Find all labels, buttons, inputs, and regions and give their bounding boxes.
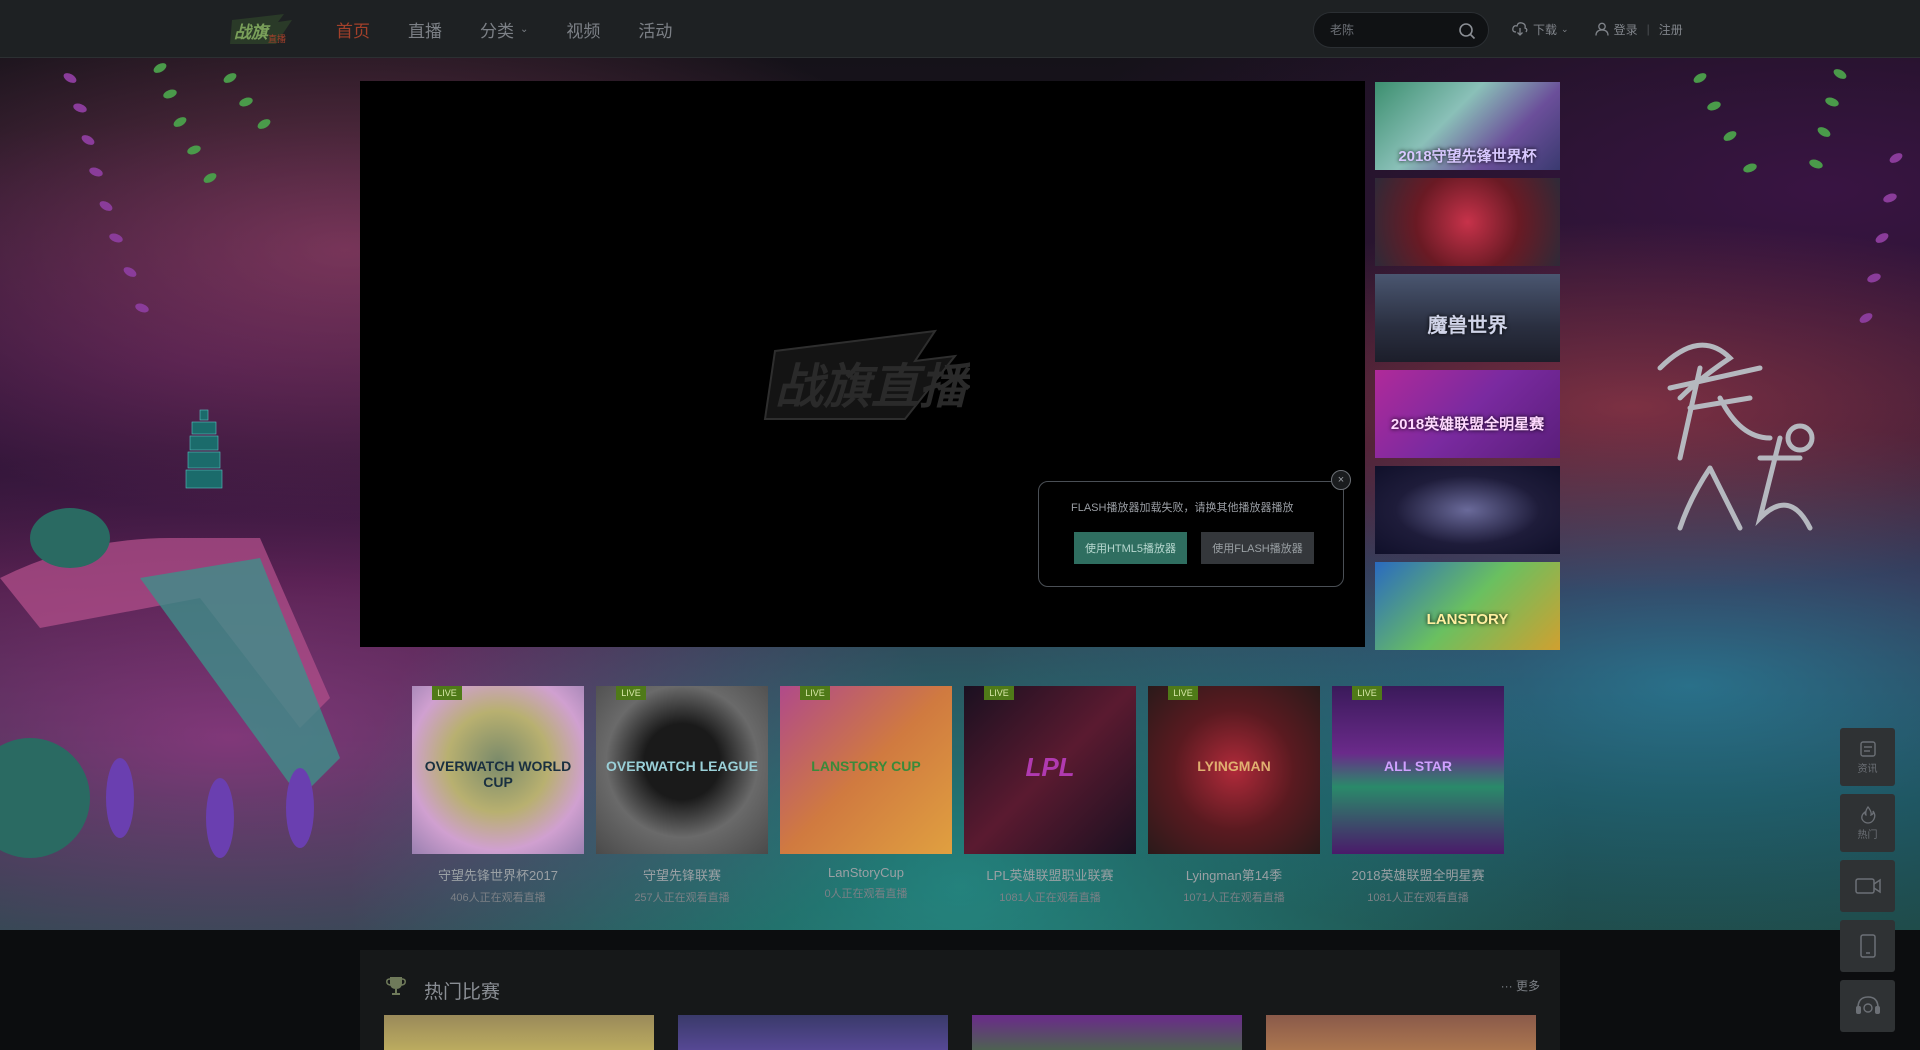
- live-badge: LIVE: [1352, 686, 1382, 700]
- live-card[interactable]: LIVE LPL LPL英雄联盟职业联赛 1081人正在观看直播: [964, 686, 1136, 905]
- side-thumb[interactable]: 2018守望先锋世界杯: [1375, 82, 1560, 170]
- register-link[interactable]: 注册: [1659, 21, 1683, 38]
- card-thumb-text: OVERWATCH WORLD CUP: [424, 758, 572, 790]
- news-icon: [1859, 740, 1876, 757]
- side-thumb[interactable]: 魔兽世界: [1375, 274, 1560, 362]
- svg-text:直播: 直播: [268, 33, 286, 45]
- chevron-down-icon: ⌄: [520, 23, 529, 35]
- fire-icon: [1860, 805, 1875, 824]
- section-title: 热门比赛: [424, 982, 501, 1003]
- float-hot[interactable]: 热门: [1840, 794, 1895, 852]
- live-badge: LIVE: [984, 686, 1014, 700]
- float-mobile[interactable]: [1840, 920, 1895, 972]
- card-title: Lyingman第14季: [1185, 868, 1283, 883]
- card-title: 守望先锋联赛: [642, 868, 721, 883]
- live-badge: LIVE: [800, 686, 830, 700]
- right-float-menu: 资讯 热门: [1840, 728, 1895, 1040]
- float-news[interactable]: 资讯: [1840, 728, 1895, 786]
- live-card[interactable]: LIVE ALL STAR 2018英雄联盟全明星赛 1081人正在观看直播: [1332, 686, 1504, 905]
- nav-live[interactable]: 直播: [408, 17, 442, 42]
- nav-video[interactable]: 视频: [566, 17, 600, 42]
- video-icon: [1854, 878, 1881, 894]
- card-viewers: 0人正在观看直播: [824, 888, 908, 900]
- svg-text:战旗: 战旗: [234, 23, 271, 43]
- search-icon[interactable]: [1458, 22, 1476, 40]
- trophy-icon: [386, 977, 406, 995]
- side-thumb[interactable]: LANSTORY: [1375, 562, 1560, 650]
- card-thumb-text: OVERWATCH LEAGUE: [606, 758, 758, 774]
- download-button[interactable]: 下载 ⌄: [1512, 21, 1569, 38]
- nav-activity[interactable]: 活动: [638, 17, 672, 42]
- user-area: 下载 ⌄ 登录 | 注册: [1512, 0, 1683, 58]
- pagoda-illustration: [185, 409, 223, 489]
- search-input[interactable]: [1330, 13, 1450, 47]
- html5-player-button[interactable]: 使用HTML5播放器: [1074, 532, 1187, 564]
- card-viewers: 1081人正在观看直播: [999, 892, 1101, 904]
- hot-thumb[interactable]: [1266, 1015, 1536, 1050]
- live-badge: LIVE: [432, 686, 462, 700]
- live-card[interactable]: LIVE OVERWATCH LEAGUE 守望先锋联赛 257人正在观看直播: [596, 686, 768, 905]
- live-card-row: LIVE OVERWATCH WORLD CUP 守望先锋世界杯2017 406…: [412, 686, 1516, 905]
- nav-home[interactable]: 首页: [336, 17, 370, 42]
- divider: |: [1646, 22, 1650, 36]
- live-card[interactable]: LIVE OVERWATCH WORLD CUP 守望先锋世界杯2017 406…: [412, 686, 584, 905]
- live-card[interactable]: LIVE LYINGMAN Lyingman第14季 1071人正在观看直播: [1148, 686, 1320, 905]
- live-card[interactable]: LIVE LANSTORY CUP LanStoryCup 0人正在观看直播: [780, 686, 952, 905]
- side-thumb[interactable]: [1375, 178, 1560, 266]
- card-title: LPL英雄联盟职业联赛: [986, 868, 1114, 883]
- video-player[interactable]: 战旗直播 × FLASH播放器加载失败，请换其他播放器播放 使用HTML5播放器…: [360, 81, 1365, 647]
- card-viewers: 1081人正在观看直播: [1367, 892, 1469, 904]
- hero-banner: 战旗直播 × FLASH播放器加载失败，请换其他播放器播放 使用HTML5播放器…: [0, 58, 1920, 930]
- side-thumb[interactable]: [1375, 466, 1560, 554]
- svg-text:战旗直播: 战旗直播: [775, 359, 970, 415]
- nav-category[interactable]: 分类 ⌄: [480, 17, 528, 42]
- live-badge: LIVE: [616, 686, 646, 700]
- card-title: 守望先锋世界杯2017: [438, 868, 558, 883]
- player-logo: 战旗直播: [763, 329, 970, 420]
- site-logo[interactable]: 战旗 直播: [226, 12, 296, 46]
- more-link[interactable]: ··· 更多: [1501, 977, 1540, 994]
- search-box: [1313, 12, 1489, 48]
- card-thumb-text: LANSTORY CUP: [811, 758, 921, 774]
- side-thumbnail-list: 2018守望先锋世界杯 魔兽世界 2018英雄联盟全明星赛 LANSTORY: [1375, 82, 1560, 658]
- float-video[interactable]: [1840, 860, 1895, 912]
- hot-thumb[interactable]: [678, 1015, 948, 1050]
- card-viewers: 406人正在观看直播: [450, 892, 546, 904]
- hot-thumb-list: [384, 1015, 1560, 1050]
- vine-decoration: [63, 63, 271, 313]
- flash-error-message: FLASH播放器加载失败，请换其他播放器播放: [1071, 502, 1294, 514]
- flash-player-button[interactable]: 使用FLASH播放器: [1201, 532, 1314, 564]
- user-icon: [1594, 22, 1609, 36]
- mobile-icon: [1859, 934, 1876, 958]
- close-icon[interactable]: ×: [1331, 470, 1351, 490]
- cloud-download-icon: [1512, 22, 1528, 36]
- card-viewers: 257人正在观看直播: [634, 892, 730, 904]
- live-badge: LIVE: [1168, 686, 1198, 700]
- flash-error-dialog: × FLASH播放器加载失败，请换其他播放器播放 使用HTML5播放器 使用FL…: [1038, 470, 1351, 587]
- float-service[interactable]: [1840, 980, 1895, 1032]
- spring-calligraphy: [1657, 342, 1815, 531]
- login-link[interactable]: 登录: [1594, 21, 1638, 38]
- chevron-down-icon: ⌄: [1561, 23, 1569, 34]
- card-thumb-text: LPL: [1025, 752, 1075, 782]
- main-nav: 首页 直播 分类 ⌄ 视频 活动: [336, 0, 710, 58]
- top-navbar: 战旗 直播 首页 直播 分类⌄ 视频 活动 下载 ⌄: [0, 0, 1920, 58]
- hot-matches-section: 热门比赛 ··· 更多: [360, 950, 1560, 1050]
- headset-icon: [1855, 996, 1880, 1014]
- card-viewers: 1071人正在观看直播: [1183, 892, 1285, 904]
- card-title: LanStoryCup: [828, 865, 904, 880]
- hot-thumb[interactable]: [972, 1015, 1242, 1050]
- card-thumb-text: ALL STAR: [1384, 758, 1452, 774]
- card-title: 2018英雄联盟全明星赛: [1351, 868, 1485, 883]
- bridge-illustration: [0, 508, 340, 858]
- card-thumb-text: LYINGMAN: [1197, 758, 1271, 774]
- side-thumb[interactable]: 2018英雄联盟全明星赛: [1375, 370, 1560, 458]
- hot-thumb[interactable]: [384, 1015, 654, 1050]
